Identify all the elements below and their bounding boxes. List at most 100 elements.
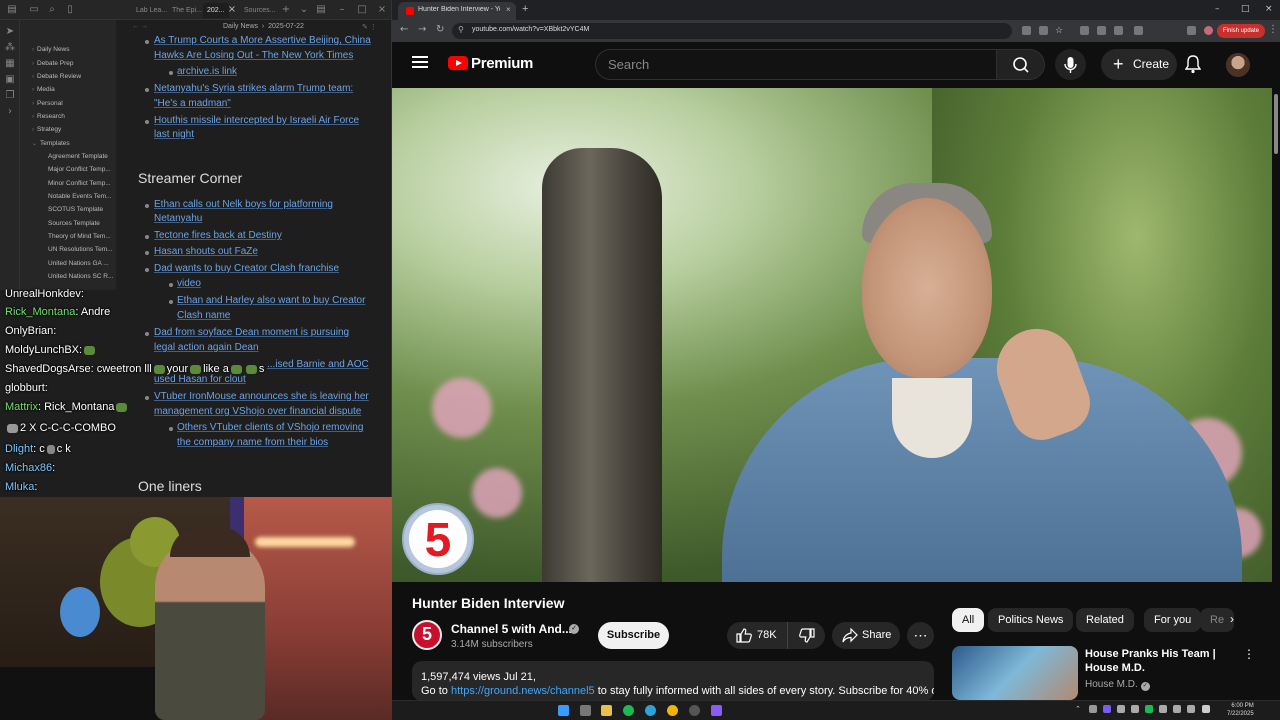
chip-all[interactable]: All	[952, 608, 985, 632]
extensions-puzzle-icon[interactable]	[1134, 26, 1143, 35]
archive-link[interactable]: archive.is link	[177, 64, 237, 80]
tab-epidemic[interactable]: The Epi...	[168, 3, 206, 18]
user-avatar[interactable]	[1226, 53, 1250, 77]
chips-next-arrow-icon[interactable]: ›	[1230, 612, 1234, 626]
extension-icon[interactable]	[1114, 26, 1123, 35]
minimize-icon[interactable]: –	[336, 4, 348, 16]
news-link[interactable]: Netanyahu's Syria strikes alarm Trump te…	[154, 81, 353, 97]
calendar-icon[interactable]: ▣	[4, 74, 16, 86]
tab-lab-leak[interactable]: Lab Lea...	[132, 3, 171, 18]
terminal-icon[interactable]: ›	[4, 106, 16, 118]
files-icon[interactable]: ❐	[4, 90, 16, 102]
reload-icon[interactable]: ↻	[436, 24, 444, 35]
news-link[interactable]: As Trump Courts a More Assertive Beijing…	[154, 33, 371, 49]
steam-icon[interactable]	[689, 705, 700, 716]
search-icon[interactable]: ⌕	[46, 4, 58, 16]
profile-icon[interactable]	[1204, 26, 1213, 35]
finish-update-button[interactable]: Finish update	[1217, 24, 1266, 38]
folder-item[interactable]: › Strategy	[32, 125, 61, 135]
search-box[interactable]	[595, 49, 997, 80]
file-item[interactable]: Theory of Mind Tem...	[48, 232, 111, 242]
file-item[interactable]: Sources Template	[48, 219, 100, 229]
url-input[interactable]: ⚲ youtube.com/watch?v=XBbkt2vYC4M	[452, 23, 1012, 39]
tray-icon[interactable]	[1202, 705, 1210, 713]
spotify-icon[interactable]	[623, 705, 634, 716]
notifications-bell-icon[interactable]	[1184, 54, 1202, 79]
streamer-link[interactable]: Dad wants to buy Creator Clash franchise	[154, 261, 339, 277]
file-item[interactable]: SCOTUS Template	[48, 205, 103, 215]
back-forward-icons[interactable]: ← →	[132, 23, 148, 30]
close-icon[interactable]: ×	[1265, 4, 1273, 14]
search-button[interactable]	[997, 49, 1045, 80]
tab-close-icon[interactable]: ×	[226, 4, 238, 16]
minimize-icon[interactable]: –	[1215, 4, 1220, 14]
news-link[interactable]: last night	[154, 127, 194, 143]
like-button[interactable]: 78K	[727, 622, 787, 649]
volume-icon[interactable]	[1173, 705, 1181, 713]
right-sidebar-icon[interactable]: ▤	[315, 4, 327, 16]
menu-icon[interactable]: ⋮	[1268, 24, 1278, 35]
obsidian-icon[interactable]	[711, 705, 722, 716]
start-windows-icon[interactable]	[558, 705, 569, 716]
dislike-button[interactable]	[787, 622, 825, 649]
new-tab-icon[interactable]: +	[522, 3, 528, 15]
folder-item[interactable]: › Debate Review	[32, 72, 81, 82]
streamer-link[interactable]: Hasan shouts out FaZe	[154, 244, 258, 260]
channel-avatar[interactable]: 5	[412, 620, 442, 650]
extension-icon[interactable]	[1097, 26, 1106, 35]
new-tab-icon[interactable]: +	[280, 4, 292, 16]
folder-item[interactable]: › Debate Prep	[32, 59, 74, 69]
cast-icon[interactable]	[1022, 26, 1031, 35]
tray-icon[interactable]	[1103, 705, 1111, 713]
streamer-link[interactable]: Tectone fires back at Destiny	[154, 228, 282, 244]
task-view-icon[interactable]	[580, 705, 591, 716]
share-button[interactable]: Share	[832, 622, 900, 649]
tray-icon[interactable]	[1117, 705, 1125, 713]
tray-icon[interactable]	[1089, 705, 1097, 713]
chip-politics-news[interactable]: Politics News	[988, 608, 1074, 632]
file-item[interactable]: UN Resolutions Tem...	[48, 245, 113, 255]
hamburger-menu-icon[interactable]	[412, 56, 428, 68]
bookmark-icon[interactable]: ▯	[64, 4, 76, 16]
tab-daily-note[interactable]: 202...	[203, 3, 229, 18]
youtube-brand[interactable]: Premium	[471, 55, 533, 72]
maximize-icon[interactable]: □	[1241, 4, 1250, 14]
file-item[interactable]: Major Conflict Temp...	[48, 165, 111, 175]
create-button[interactable]: + Create	[1101, 49, 1177, 80]
canvas-icon[interactable]: ▦	[4, 58, 16, 70]
tab-sources[interactable]: Sources...	[240, 3, 280, 18]
clock[interactable]: 6:00 PM 7/22/2025	[1227, 702, 1254, 718]
folder-item[interactable]: › Media	[32, 85, 55, 95]
file-item[interactable]: United Nations SC R...	[48, 272, 113, 282]
recommended-more-icon[interactable]: ⋮	[1243, 647, 1255, 661]
chrome-icon[interactable]	[667, 705, 678, 716]
search-input[interactable]	[608, 57, 978, 72]
subscribe-button[interactable]: Subscribe	[598, 622, 669, 649]
channel-name[interactable]: Channel 5 with And...	[451, 622, 572, 636]
file-explorer-icon[interactable]	[601, 705, 612, 716]
sidebar-toggle-icon[interactable]: ▤	[6, 4, 18, 16]
tab-list-icon[interactable]: ⌄	[298, 4, 310, 16]
graph-icon[interactable]: ⁂	[4, 42, 16, 54]
video-description[interactable]: 1,597,474 views Jul 21, Go to https://gr…	[412, 661, 934, 701]
tray-chevron-icon[interactable]: ⌃	[1075, 705, 1082, 716]
more-actions-icon[interactable]: ⋯	[907, 622, 934, 649]
extension-icon[interactable]	[1080, 26, 1089, 35]
recommended-video-channel[interactable]: House M.D. ✓	[1085, 679, 1150, 691]
folder-item-templates[interactable]: ⌄ Templates	[32, 139, 70, 149]
forward-icon[interactable]: →	[418, 24, 426, 35]
video-player[interactable]	[392, 88, 1272, 582]
site-info-icon[interactable]: ⚲	[458, 25, 464, 34]
bookmark-star-icon[interactable]: ☆	[1055, 26, 1064, 35]
zoom-icon[interactable]	[1039, 26, 1048, 35]
recommended-video-thumbnail[interactable]	[952, 646, 1078, 700]
tray-icon[interactable]	[1131, 705, 1139, 713]
file-item[interactable]: Agreement Template	[48, 152, 108, 162]
folder-icon[interactable]: ▭	[28, 4, 40, 16]
file-item[interactable]: Notable Events Tem...	[48, 192, 111, 202]
voice-search-button[interactable]	[1055, 49, 1086, 80]
back-icon[interactable]: ←	[400, 24, 408, 35]
close-icon[interactable]: ×	[376, 4, 388, 16]
tab-close-icon[interactable]: ×	[506, 5, 511, 14]
file-item[interactable]: Minor Conflict Temp...	[48, 179, 111, 189]
